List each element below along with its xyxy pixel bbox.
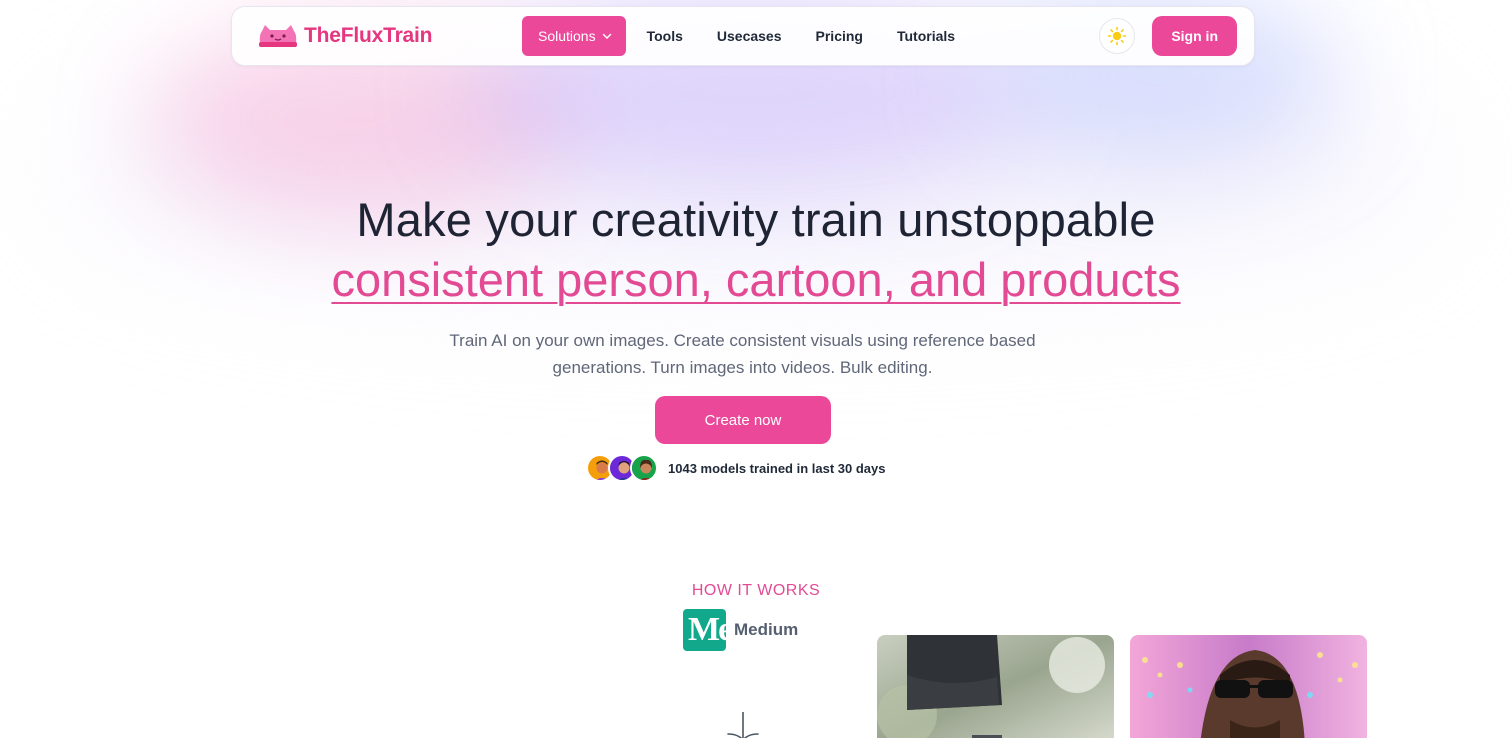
medium-logo-icon: Me xyxy=(683,609,726,651)
hero-title: Make your creativity train unstoppable xyxy=(356,193,1156,246)
hero-description: Train AI on your own images. Create cons… xyxy=(449,331,1036,377)
sign-in-button[interactable]: Sign in xyxy=(1152,16,1237,56)
social-proof: 1043 models trained in last 30 days xyxy=(586,454,886,482)
example-photo-image xyxy=(1130,635,1367,738)
nav-item-label: Solutions xyxy=(538,28,596,44)
sun-icon xyxy=(1108,26,1127,46)
example-photo-person xyxy=(877,635,1114,738)
models-trained-count: 1043 models trained in last 30 days xyxy=(668,460,886,476)
nav-item-tutorials[interactable]: Tutorials xyxy=(880,16,972,56)
nav-item-solutions[interactable]: Solutions xyxy=(522,16,626,56)
example-photo-neon-portrait xyxy=(1130,635,1367,738)
section-label: HOW IT WORKS xyxy=(691,582,821,599)
brand-name: TheFluxTrain xyxy=(304,24,433,47)
avatar xyxy=(630,454,658,482)
chevron-down-icon xyxy=(602,33,611,40)
theme-toggle-button[interactable] xyxy=(1099,18,1136,54)
example-photo-image xyxy=(877,635,1114,738)
hero-subtitle: consistent person, cartoon, and products xyxy=(0,252,1512,307)
create-now-button[interactable]: Create now xyxy=(655,396,831,444)
medium-label: Medium xyxy=(734,620,799,639)
logo-link[interactable]: TheFluxTrain xyxy=(258,23,432,49)
medium-badge[interactable]: Me Medium xyxy=(683,609,798,651)
nav-item-pricing[interactable]: Pricing xyxy=(799,16,880,56)
nav-item-usecases[interactable]: Usecases xyxy=(700,16,799,56)
navbar: TheFluxTrain Solutions Tools Usecases Pr… xyxy=(231,6,1255,66)
train-cat-icon xyxy=(259,25,297,47)
hero-subtitle-text: consistent person, cartoon, and products xyxy=(331,253,1181,306)
main-nav: Solutions Tools Usecases Pricing Tutoria… xyxy=(522,16,972,56)
nav-actions: Sign in xyxy=(1099,16,1237,56)
nav-item-tools[interactable]: Tools xyxy=(630,16,700,56)
hero-background-glow xyxy=(60,60,1440,280)
arrow-down-icon xyxy=(727,712,759,738)
avatar-group xyxy=(586,454,658,482)
